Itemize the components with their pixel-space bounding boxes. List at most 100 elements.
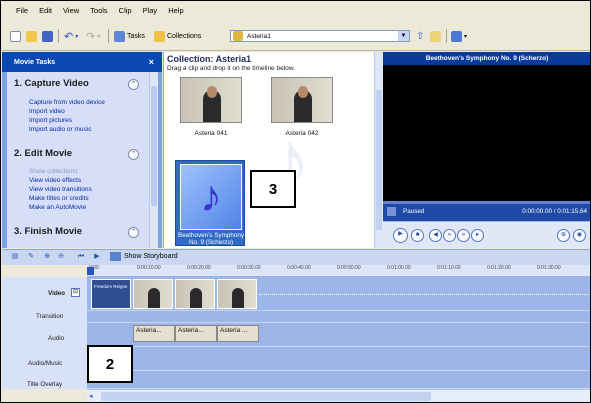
video-clip[interactable] — [133, 279, 173, 309]
menu-help[interactable]: Help — [168, 6, 183, 15]
split-button[interactable]: ⊕ — [557, 229, 570, 242]
up-arrow-icon: ⇧ — [416, 30, 425, 42]
preview-status-text: Paused — [403, 208, 425, 215]
previous-frame-button[interactable]: ◀ — [429, 229, 442, 242]
movie-tasks-pane: Movie Tasks × 1. Capture Video ⌃ Capture… — [2, 52, 162, 248]
movie-tasks-title: Movie Tasks — [14, 59, 56, 66]
ruler-tick: 0:00:30.00 — [237, 265, 261, 271]
clip-thumbnail[interactable] — [180, 77, 242, 123]
link-show-collections[interactable]: Show collections — [29, 168, 77, 175]
collection-scroll-thumb[interactable] — [376, 90, 382, 230]
section-capture-video[interactable]: 1. Capture Video — [14, 78, 89, 89]
link-import-pictures[interactable]: Import pictures — [29, 117, 72, 124]
title-overlay-track[interactable] — [87, 371, 590, 389]
collections-folder-icon — [154, 30, 165, 42]
stop-button[interactable]: ■ — [411, 229, 424, 242]
video-clip-title[interactable]: Freedom Reigns — [91, 279, 131, 309]
tasks-scroll-thumb[interactable] — [151, 86, 157, 206]
play-timeline-icon[interactable]: ▶ — [92, 252, 102, 262]
link-titles-credits[interactable]: Make titles or credits — [29, 195, 89, 202]
timeline-track-labels: Video ⊟ Transition Audio Audio/Music Tit… — [2, 277, 87, 389]
show-storyboard-button[interactable]: Show Storyboard — [110, 252, 178, 261]
menu-edit[interactable]: Edit — [39, 6, 52, 15]
seek-bar[interactable] — [383, 201, 590, 204]
collapse-edit-button[interactable]: ⌃ — [128, 149, 139, 160]
playhead-indicator[interactable] — [87, 267, 94, 275]
timeline-scroll-thumb[interactable] — [101, 392, 431, 401]
save-project-button[interactable] — [42, 28, 53, 44]
audio-clip[interactable]: Asteria... — [133, 325, 175, 342]
collection-folder-icon — [233, 31, 243, 41]
collection-instructions: Drag a clip and drop it on the timeline … — [167, 65, 295, 72]
collection-scrollbar[interactable] — [374, 52, 383, 248]
up-one-level-button[interactable]: ⇧ — [416, 28, 424, 44]
narrate-icon[interactable]: ✎ — [26, 252, 36, 262]
new-collection-folder-button[interactable] — [430, 28, 441, 44]
close-tasks-button[interactable]: × — [149, 57, 154, 67]
link-capture-device[interactable]: Capture from video device — [29, 99, 105, 106]
clip-thumbnail[interactable] — [271, 77, 333, 123]
callout-number-2: 2 — [87, 345, 133, 383]
video-clip[interactable] — [217, 279, 257, 309]
section-edit-movie[interactable]: 2. Edit Movie — [14, 148, 72, 159]
chevron-down-icon: ▼ — [398, 31, 409, 41]
collapse-finish-button[interactable]: ⌃ — [128, 227, 139, 238]
track-label-video: Video — [48, 290, 66, 297]
preview-time: 0:00:00.00 / 0:01:15.64 — [522, 208, 587, 215]
tasks-scrollbar[interactable] — [149, 72, 158, 248]
tasks-button[interactable]: Tasks — [114, 28, 145, 44]
pause-status-icon — [387, 207, 396, 216]
open-project-button[interactable] — [26, 28, 37, 44]
next-frame-button[interactable]: ▸ — [471, 229, 484, 242]
collection-title: Collection: Asteria1 — [167, 54, 252, 64]
track-label-transition: Transition — [36, 313, 64, 320]
video-track[interactable]: Freedom Reigns — [87, 277, 590, 311]
section-finish-movie[interactable]: 3. Finish Movie — [14, 226, 82, 237]
collections-button[interactable]: Collections — [154, 28, 201, 44]
tasks-label: Tasks — [127, 32, 145, 40]
link-video-transitions[interactable]: View video transitions — [29, 186, 92, 193]
storyboard-toggle-icon[interactable]: ▤ — [10, 252, 20, 262]
link-import-video[interactable]: Import video — [29, 108, 65, 115]
zoom-in-icon[interactable]: ⊕ — [42, 252, 52, 262]
take-picture-button[interactable]: ◉ — [573, 229, 586, 242]
play-button[interactable]: ▶ — [393, 228, 408, 243]
transition-track[interactable] — [87, 311, 590, 323]
zoom-out-icon[interactable]: ⊖ — [56, 252, 66, 262]
new-project-button[interactable] — [10, 28, 21, 44]
link-automovie[interactable]: Make an AutoMovie — [29, 204, 86, 211]
audio-music-track[interactable] — [87, 347, 590, 371]
redo-button[interactable]: ↷ ▾ — [86, 28, 100, 44]
ruler-tick: 0:01:30.00 — [537, 265, 561, 271]
expand-video-track-button[interactable]: ⊟ — [71, 288, 80, 297]
views-button[interactable]: ▾ — [451, 28, 467, 44]
link-video-effects[interactable]: View video effects — [29, 177, 81, 184]
rewind-timeline-icon[interactable]: ⏮ — [76, 252, 86, 262]
timeline-horizontal-scrollbar[interactable]: ◂ — [87, 389, 590, 402]
menu-clip[interactable]: Clip — [119, 6, 132, 15]
undo-icon: ↶ — [64, 30, 74, 43]
menu-tools[interactable]: Tools — [90, 6, 108, 15]
scroll-left-icon[interactable]: ◂ — [89, 392, 93, 400]
redo-icon: ↷ — [86, 30, 96, 43]
undo-button[interactable]: ↶ ▾ — [64, 28, 78, 44]
timeline-ruler[interactable]: 0:00 0:00:10.00 0:00:20.00 0:00:30.00 0:… — [87, 265, 590, 277]
collection-dropdown[interactable]: Asteria1 ▼ — [230, 30, 410, 42]
track-label-title-overlay: Title Overlay — [27, 381, 63, 388]
audio-clip[interactable]: Asteria... — [175, 325, 217, 342]
fast-forward-button[interactable]: » — [457, 229, 470, 242]
menu-play[interactable]: Play — [143, 6, 158, 15]
rewind-button[interactable]: « — [443, 229, 456, 242]
collection-pane: ♪ Collection: Asteria1 Drag a clip and d… — [163, 52, 383, 248]
menu-file[interactable]: File — [16, 6, 28, 15]
show-storyboard-label: Show Storyboard — [124, 253, 178, 260]
menu-view[interactable]: View — [63, 6, 79, 15]
audio-clip[interactable]: Asteria ... — [217, 325, 259, 342]
link-import-audio[interactable]: Import audio or music — [29, 126, 92, 133]
clip-caption: Asteria 041 — [194, 130, 228, 137]
video-clip[interactable] — [175, 279, 215, 309]
selected-audio-clip[interactable]: ♪ Beethoven's Symphony No. 9 (Scherzo) — [175, 160, 245, 246]
audio-track[interactable]: Asteria... Asteria... Asteria ... — [87, 323, 590, 347]
music-note-icon: ♪ — [180, 164, 242, 230]
collapse-capture-button[interactable]: ⌃ — [128, 79, 139, 90]
